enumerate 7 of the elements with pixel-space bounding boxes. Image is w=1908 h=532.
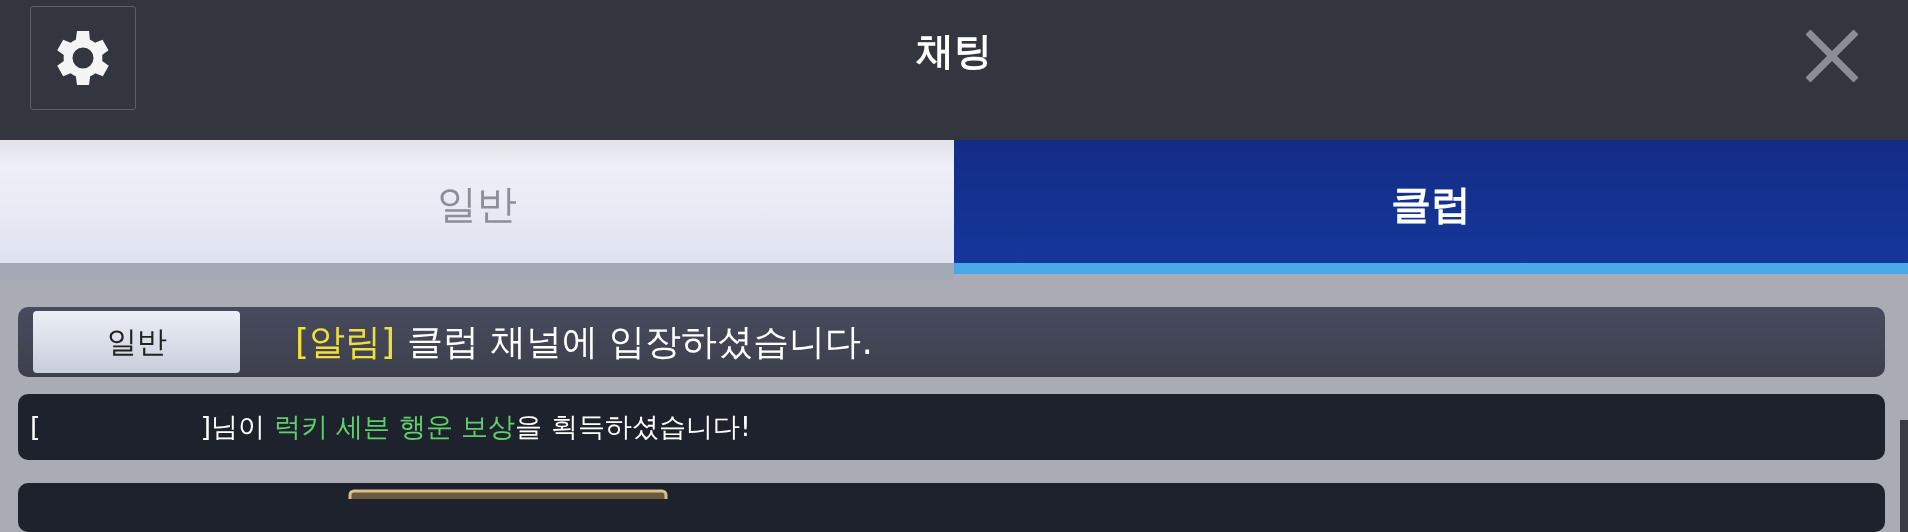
channel-badge[interactable]: 일반 [33,310,240,373]
close-button[interactable] [1804,28,1860,84]
chat-message: [알림] 클럽 채널에 입장하셨습니다. [295,319,873,364]
chat-message: [ ]님이 럭키 세븐 행운 보상을 획득하셨습니다! [30,409,751,444]
settings-button[interactable] [30,6,136,110]
window-title: 채팅 [916,32,992,70]
close-icon [1804,28,1860,84]
